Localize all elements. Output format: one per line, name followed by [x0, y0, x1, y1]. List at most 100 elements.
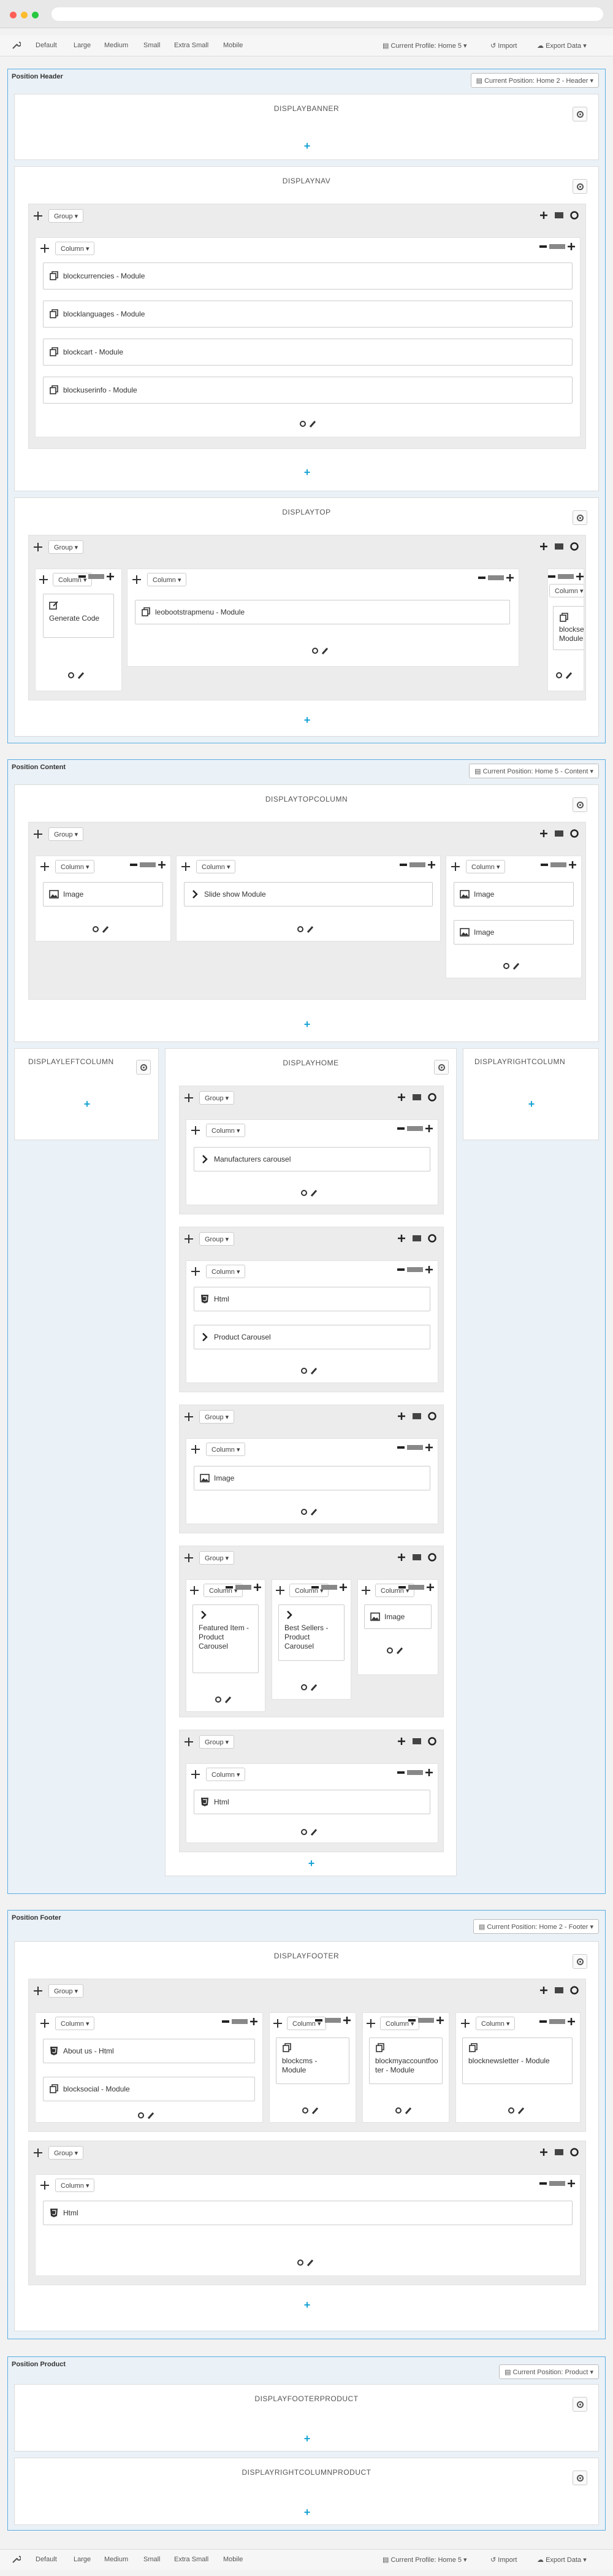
column-dropdown[interactable]: Column ▾	[206, 1124, 246, 1137]
module-featured-item[interactable]: Featured Item - Product Carousel	[192, 1604, 259, 1673]
wrench-icon[interactable]	[11, 40, 21, 50]
import-button[interactable]: ↺ Import	[490, 2556, 517, 2564]
gear-icon[interactable]	[573, 1954, 587, 1969]
group-dropdown[interactable]: Group ▾	[48, 209, 84, 223]
column-edit-icons[interactable]	[300, 1828, 325, 1836]
wrench-icon[interactable]	[11, 2555, 21, 2564]
column-actions-icon[interactable]	[397, 1443, 434, 1452]
column-actions-icon[interactable]	[226, 1582, 262, 1592]
column-dropdown[interactable]: Column ▾	[55, 2017, 95, 2030]
column-edit-icons[interactable]	[299, 420, 324, 428]
group-dropdown[interactable]: Group ▾	[48, 827, 84, 841]
header-position-dropdown[interactable]: ▤ Current Position: Home 2 - Header ▾	[470, 73, 599, 88]
column-edit-icons[interactable]	[503, 962, 527, 970]
gear-icon[interactable]	[573, 179, 587, 194]
column-edit-icons[interactable]	[395, 2106, 419, 2115]
add-group-plus-icon[interactable]: +	[302, 467, 312, 478]
module-about-us[interactable]: About us - Html	[43, 2039, 255, 2063]
device-medium[interactable]: Medium	[104, 42, 128, 49]
move-icon[interactable]	[40, 2019, 49, 2028]
current-profile-dropdown[interactable]: ▤ Current Profile: Home 5 ▾	[383, 42, 467, 50]
gear-icon[interactable]	[573, 797, 587, 812]
content-position-dropdown[interactable]: ▤ Current Position: Home 5 - Content ▾	[469, 764, 599, 778]
module-best-sellers[interactable]: Best Sellers - Product Carousel	[278, 1604, 345, 1661]
module-blockcurrencies[interactable]: blockcurrencies - Module	[43, 263, 573, 289]
module-html[interactable]: Html	[43, 2201, 573, 2225]
column-actions-icon[interactable]	[397, 1768, 434, 1777]
column-dropdown[interactable]: Column ▾	[147, 573, 187, 586]
add-group-plus-icon[interactable]: +	[306, 1858, 316, 1869]
column-actions-icon[interactable]	[408, 2015, 445, 2025]
move-icon[interactable]	[34, 1987, 42, 1995]
column-edit-icons[interactable]	[311, 646, 336, 655]
group-actions-icon[interactable]	[398, 1092, 437, 1102]
module-image[interactable]: Image	[194, 1466, 430, 1490]
module-blockcart[interactable]: blockcart - Module	[43, 339, 573, 366]
add-group-plus-icon[interactable]: +	[302, 2433, 312, 2444]
column-actions-icon[interactable]	[539, 2179, 576, 2188]
module-image[interactable]: Image	[454, 882, 574, 907]
column-actions-icon[interactable]	[539, 2017, 576, 2026]
module-html[interactable]: Html	[194, 1790, 430, 1814]
add-group-plus-icon[interactable]: +	[302, 715, 312, 726]
column-dropdown[interactable]: Column ▾	[206, 1443, 246, 1456]
footer-position-dropdown[interactable]: ▤ Current Position: Home 2 - Footer ▾	[473, 1919, 599, 1934]
add-group-plus-icon[interactable]: +	[302, 2299, 312, 2310]
column-actions-icon[interactable]	[78, 572, 115, 581]
device-large[interactable]: Large	[74, 2556, 91, 2563]
module-slideshow[interactable]: Slide show Module	[184, 882, 433, 907]
module-image[interactable]: Image	[454, 920, 574, 945]
column-actions-icon[interactable]	[398, 1582, 435, 1592]
column-dropdown[interactable]: Column ▾	[476, 2017, 516, 2030]
column-edit-icons[interactable]	[300, 1189, 325, 1197]
module-image[interactable]: Image	[364, 1604, 432, 1629]
group-dropdown[interactable]: Group ▾	[199, 1735, 235, 1749]
group-dropdown[interactable]: Group ▾	[48, 540, 84, 554]
zoom-window-button[interactable]	[32, 12, 39, 18]
gear-icon[interactable]	[573, 107, 587, 121]
group-actions-icon[interactable]	[398, 1411, 437, 1421]
column-edit-icons[interactable]	[300, 1508, 325, 1516]
move-icon[interactable]	[34, 830, 42, 838]
device-large[interactable]: Large	[74, 42, 91, 49]
group-actions-icon[interactable]	[398, 1233, 437, 1243]
column-edit-icons[interactable]	[67, 671, 92, 680]
address-bar[interactable]	[51, 7, 603, 21]
group-actions-icon[interactable]	[540, 542, 579, 551]
move-icon[interactable]	[451, 862, 460, 871]
column-dropdown[interactable]: Column ▾	[549, 584, 584, 597]
column-edit-icons[interactable]	[300, 1683, 325, 1692]
move-icon[interactable]	[181, 862, 190, 871]
column-actions-icon[interactable]	[397, 1124, 434, 1133]
column-edit-icons[interactable]	[215, 1695, 239, 1704]
column-actions-icon[interactable]	[311, 1582, 348, 1592]
column-dropdown[interactable]: Column ▾	[55, 242, 95, 255]
move-icon[interactable]	[40, 2181, 49, 2190]
module-blockcms[interactable]: blockcms - Module	[276, 2037, 349, 2084]
minimize-window-button[interactable]	[21, 12, 28, 18]
add-group-plus-icon[interactable]: +	[302, 1019, 312, 1030]
group-actions-icon[interactable]	[540, 210, 579, 220]
gear-icon[interactable]	[136, 1060, 151, 1075]
move-icon[interactable]	[132, 575, 141, 584]
gear-icon[interactable]	[573, 510, 587, 525]
group-dropdown[interactable]: Group ▾	[199, 1232, 235, 1246]
export-data-button[interactable]: ☁ Export Data ▾	[537, 42, 587, 50]
module-blockmyaccountfooter[interactable]: blockmyaccountfooter - Module	[369, 2037, 443, 2084]
move-icon[interactable]	[367, 2019, 375, 2028]
group-dropdown[interactable]: Group ▾	[199, 1091, 235, 1105]
module-blocknewsletter[interactable]: blocknewsletter - Module	[462, 2037, 573, 2084]
move-icon[interactable]	[185, 1413, 193, 1421]
gear-icon[interactable]	[573, 2471, 587, 2485]
column-actions-icon[interactable]	[539, 242, 576, 251]
group-actions-icon[interactable]	[540, 1985, 579, 1995]
module-manufacturers-carousel[interactable]: Manufacturers carousel	[194, 1147, 430, 1171]
device-default[interactable]: Default	[36, 42, 57, 49]
module-blocksocial[interactable]: blocksocial - Module	[43, 2077, 255, 2101]
column-edit-icons[interactable]	[92, 925, 116, 933]
device-small[interactable]: Small	[143, 42, 161, 49]
module-product-carousel[interactable]: Product Carousel	[194, 1325, 430, 1349]
module-leobootstrapmenu[interactable]: leobootstrapmenu - Module	[135, 600, 510, 624]
column-actions-icon[interactable]	[400, 860, 436, 870]
column-actions-icon[interactable]	[548, 572, 584, 581]
